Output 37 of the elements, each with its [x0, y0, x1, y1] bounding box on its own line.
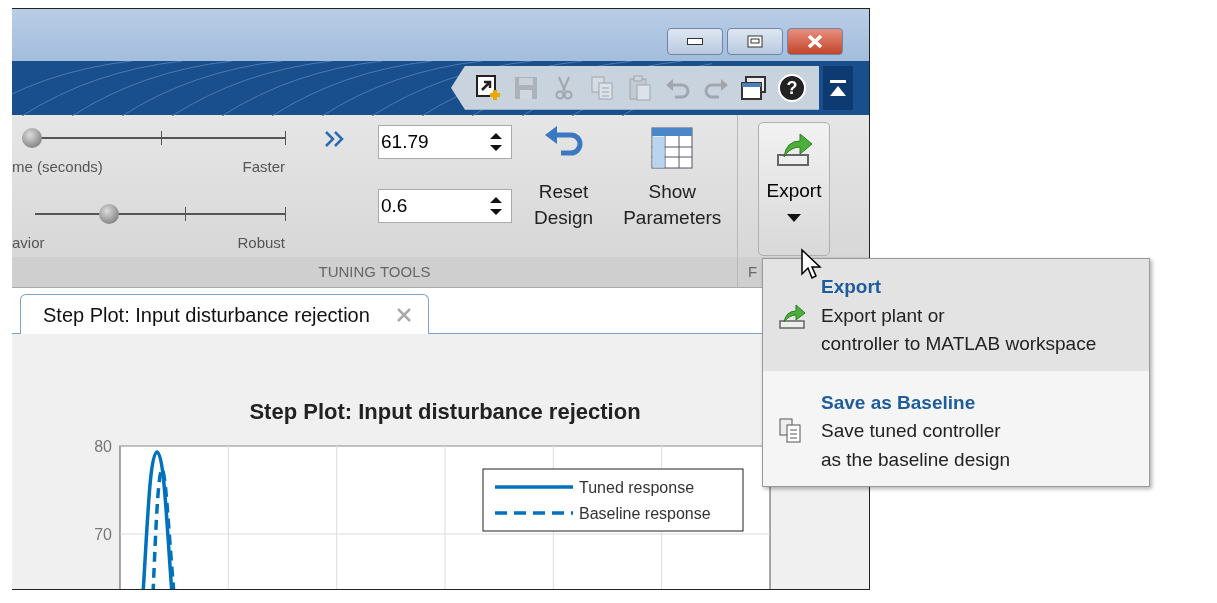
slider-label: Faster	[242, 157, 285, 178]
shortcut-plus-icon[interactable]	[473, 72, 503, 103]
menu-item-description: Save tuned controller	[821, 419, 1002, 443]
ribbon-button[interactable]: Reset Design	[526, 125, 602, 258]
menu-item-title: Save as Baseline	[821, 390, 977, 415]
ribbon-button[interactable]: Show Parameters	[615, 125, 730, 258]
caret-icon	[787, 213, 801, 222]
close-icon[interactable]	[395, 306, 412, 323]
slider-label: Robust	[237, 232, 285, 253]
chart-title: Step Plot: Input disturbance rejection	[249, 399, 641, 424]
number-field[interactable]: 0.6	[378, 189, 512, 224]
section-label: F	[748, 262, 758, 283]
minimize-button[interactable]	[667, 27, 723, 55]
slider-thumb[interactable]	[22, 128, 42, 149]
menu-item-description: as the baseline design	[821, 447, 1011, 472]
menu-item-description: controller to MATLAB workspace	[821, 332, 1097, 356]
help-icon[interactable]: ?	[777, 72, 807, 103]
collapse-ribbon-icon[interactable]	[828, 77, 848, 98]
document-tab[interactable]: Step Plot: Input disturbance rejection	[20, 294, 429, 334]
maximize-button[interactable]	[727, 27, 783, 55]
slider-thumb[interactable]	[99, 203, 120, 224]
table-icon	[649, 125, 696, 172]
menu-item-description: Export plant or	[821, 303, 946, 328]
section-label: TUNING TOOLS	[12, 257, 737, 288]
maximize-icon	[744, 32, 766, 50]
tick-label: 70	[94, 526, 112, 543]
menu-item[interactable]: Export Export plant or controller to MATLAB workspace	[763, 259, 1149, 371]
minimize-icon	[687, 37, 703, 45]
export-button[interactable]: Export	[758, 122, 830, 257]
menu-item[interactable]: Save as Baseline Save tuned controller as the baseline design	[763, 370, 1149, 486]
slider-label: avior	[12, 232, 45, 253]
legend: Tuned response Baseline response	[482, 468, 744, 532]
close-button[interactable]	[787, 27, 843, 55]
slider-label: me (seconds)	[12, 157, 103, 178]
menu-item-title: Export	[821, 275, 883, 299]
tick-label: 80	[94, 438, 112, 455]
number-field[interactable]: 61.79	[378, 125, 512, 160]
